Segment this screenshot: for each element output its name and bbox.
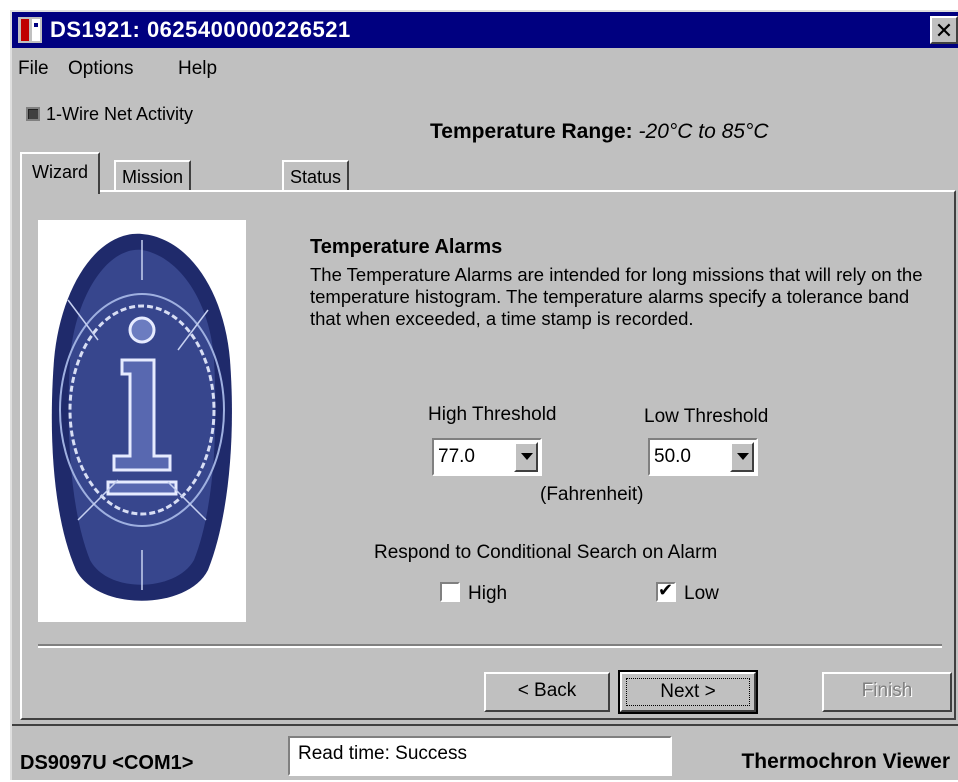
chevron-down-icon[interactable] <box>514 442 538 472</box>
low-threshold-select[interactable]: 50.0 <box>648 438 758 476</box>
high-checkbox-box[interactable] <box>440 582 460 602</box>
next-button-label: Next > <box>626 678 750 706</box>
close-button[interactable]: ✕ <box>930 16 958 44</box>
adapter-label: DS9097U <COM1> <box>20 752 194 774</box>
temperature-range: Temperature Range: -20°C to 85°C <box>430 120 769 144</box>
window-title: DS1921: 0625400000226521 <box>50 17 351 42</box>
unit-label: (Fahrenheit) <box>540 484 644 505</box>
respond-label: Respond to Conditional Search on Alarm <box>374 542 718 563</box>
chevron-down-icon[interactable] <box>730 442 754 472</box>
low-threshold-value: 50.0 <box>654 446 691 467</box>
wizard-heading: Temperature Alarms <box>310 236 503 258</box>
net-activity-label: 1-Wire Net Activity <box>46 104 194 124</box>
status-bar: DS9097U <COM1> Read time: Success Thermo… <box>12 724 958 782</box>
menu-help[interactable]: Help <box>178 58 217 80</box>
low-checkbox-box[interactable] <box>656 580 676 602</box>
low-threshold-label: Low Threshold <box>644 406 769 427</box>
divider <box>38 644 942 648</box>
high-alarm-checkbox[interactable]: High <box>440 582 507 605</box>
ibutton-logo-image <box>38 220 246 622</box>
low-alarm-checkbox[interactable]: Low <box>656 580 719 605</box>
temperature-range-label: Temperature Range: <box>430 120 633 143</box>
temperature-range-value: -20°C to 85°C <box>638 120 769 143</box>
close-icon: ✕ <box>934 18 954 43</box>
net-activity-indicator: 1-Wire Net Activity <box>26 104 193 125</box>
thermometer-app-icon <box>18 17 42 43</box>
app-name-label: Thermochron Viewer <box>741 750 950 773</box>
back-button[interactable]: < Back <box>484 672 610 712</box>
tab-wizard[interactable]: Wizard <box>20 152 101 194</box>
menu-file[interactable]: File <box>18 58 49 80</box>
app-window: DS1921: 0625400000226521 ✕ File Options … <box>10 10 958 780</box>
next-button[interactable]: Next > <box>618 670 758 714</box>
wizard-description: The Temperature Alarms are intended for … <box>310 264 923 329</box>
high-threshold-select[interactable]: 77.0 <box>432 438 542 476</box>
title-bar[interactable]: DS1921: 0625400000226521 ✕ <box>12 12 958 48</box>
activity-led-icon <box>26 107 40 121</box>
status-message: Read time: Success <box>288 736 672 776</box>
tab-status[interactable]: Status <box>282 160 350 192</box>
wizard-panel: Temperature Alarms The Temperature Alarm… <box>20 190 956 720</box>
finish-button: Finish <box>822 672 952 712</box>
tab-mission-results[interactable]: Mission Results <box>114 160 192 217</box>
high-threshold-label: High Threshold <box>428 404 557 425</box>
high-checkbox-label: High <box>468 583 508 604</box>
high-threshold-value: 77.0 <box>438 446 475 467</box>
low-checkbox-label: Low <box>684 583 719 604</box>
menu-options[interactable]: Options <box>68 58 133 80</box>
